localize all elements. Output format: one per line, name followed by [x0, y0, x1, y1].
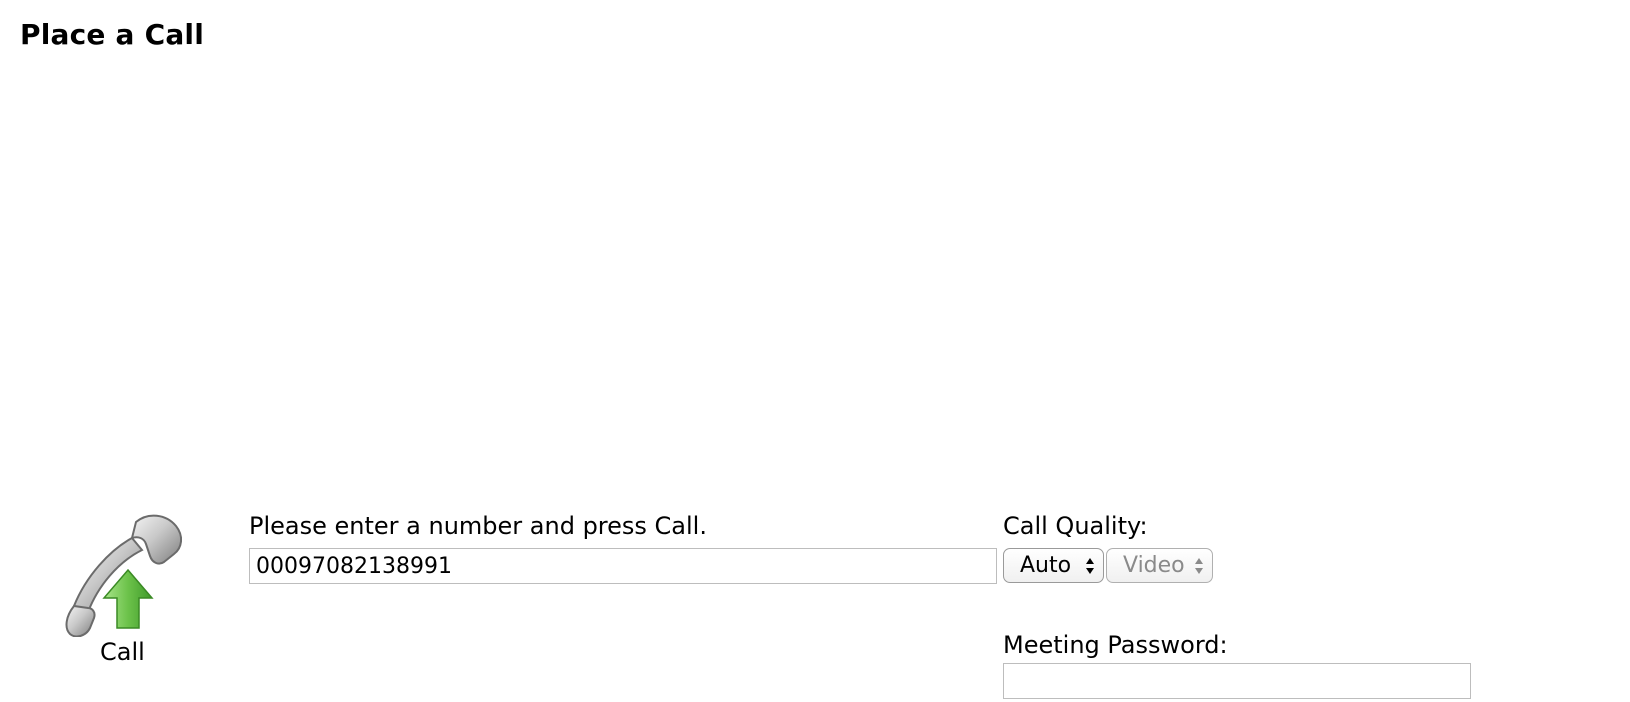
call-button[interactable]: Call [58, 512, 188, 702]
dial-prompt: Please enter a number and press Call. [249, 512, 707, 540]
number-input[interactable] [249, 548, 997, 584]
call-quality-label: Call Quality: [1003, 512, 1148, 540]
call-quality-select[interactable]: Auto [1003, 548, 1104, 583]
meeting-password-label: Meeting Password: [1003, 631, 1228, 659]
media-type-value: Video [1123, 553, 1185, 578]
select-arrows-icon [1195, 558, 1203, 574]
media-type-select[interactable]: Video [1106, 548, 1213, 583]
meeting-password-input[interactable] [1003, 663, 1471, 699]
page-title: Place a Call [20, 18, 205, 51]
call-label: Call [100, 638, 145, 666]
phone-call-icon [65, 514, 182, 637]
select-arrows-icon [1086, 558, 1094, 574]
call-quality-value: Auto [1020, 553, 1072, 578]
